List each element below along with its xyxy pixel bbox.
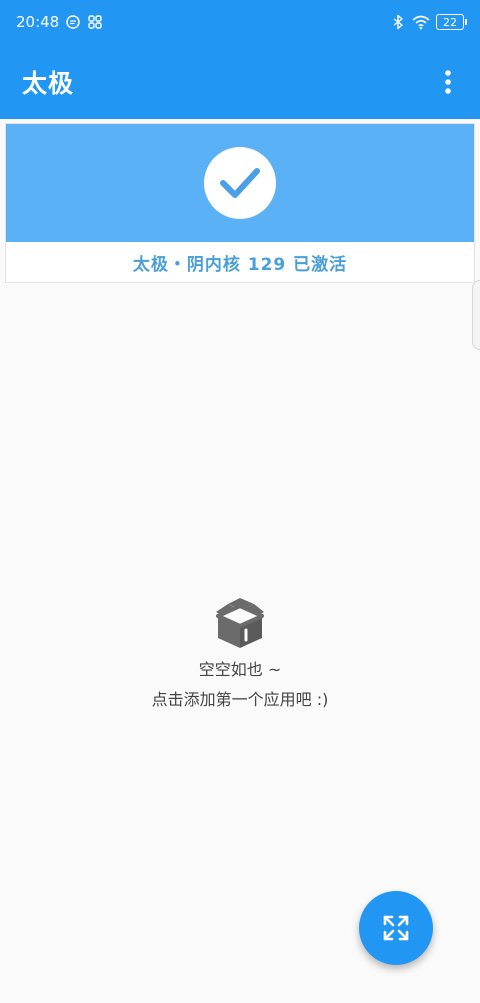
wifi-icon [412,15,430,30]
more-vert-icon [445,69,451,94]
status-right: 22 [390,14,467,30]
battery-level: 22 [443,15,457,29]
open-box-icon [216,598,264,648]
more-options-button[interactable] [430,64,466,100]
check-icon [220,168,260,198]
app-bar: 太极 [0,44,480,119]
bluetooth-icon [393,14,403,30]
status-time: 20:48 [16,13,60,31]
activation-status-card[interactable]: 太极・阴内核 129 已激活 [5,123,475,283]
empty-title: 空空如也 ~ [198,660,282,679]
status-left: 20:48 [16,13,103,31]
activation-status-text: 太极・阴内核 129 已激活 [132,255,348,275]
battery-icon: 22 [436,14,467,30]
check-circle [204,147,276,219]
expand-arrows-icon [383,915,409,941]
status-banner [6,124,474,242]
empty-state: 空空如也 ~ 点击添加第一个应用吧 :) [0,594,480,710]
chat-bubble-icon [66,15,80,29]
add-app-fab[interactable] [359,891,433,965]
apps-grid-icon [88,15,102,29]
empty-subtitle: 点击添加第一个应用吧 :) [151,690,329,709]
app-title: 太极 [22,68,75,98]
edge-panel-handle[interactable] [472,280,480,350]
status-bar: 20:48 22 [0,0,480,44]
